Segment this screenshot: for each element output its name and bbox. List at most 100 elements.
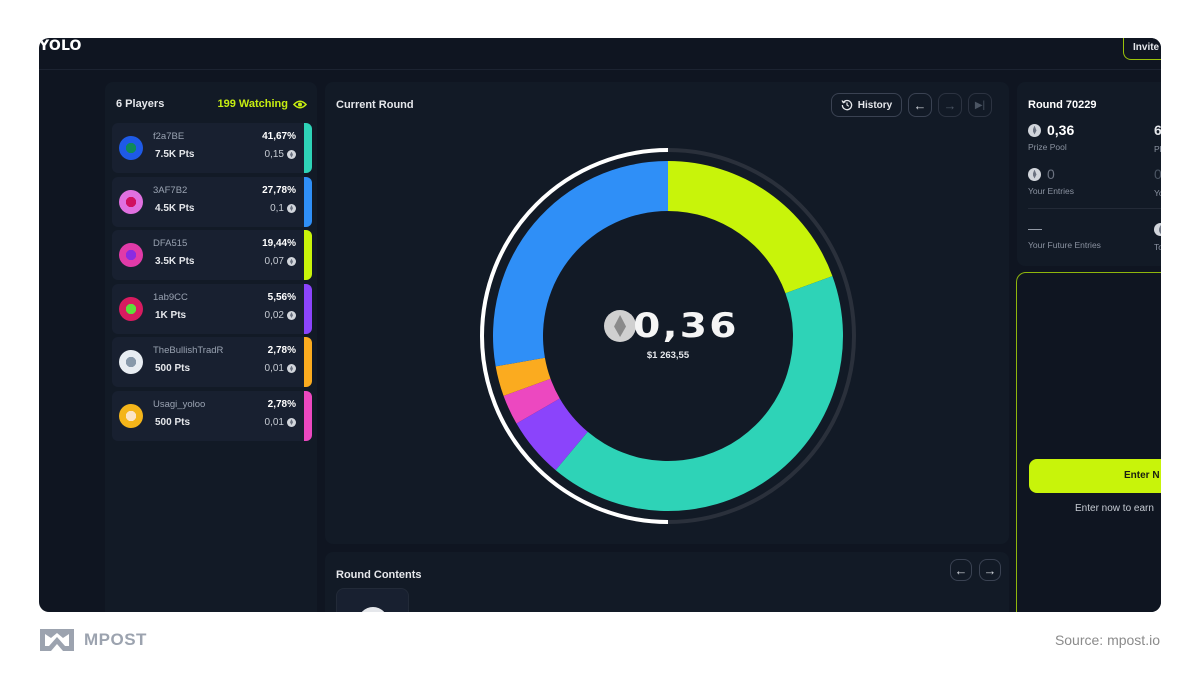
player-color-bar [304,230,312,280]
pot-usd-value: $1 263,55 [646,350,690,361]
eth-icon [287,150,296,159]
mpost-logo: MPOST [38,627,147,653]
player-row[interactable]: TheBullishTradR 500 Pts 2,78% 0,01 [112,337,312,387]
prize-pool-stat: 0,36 Prize Pool [1028,122,1074,152]
divider [1028,208,1161,209]
player-win-percent: 5,56% [267,291,296,303]
mpost-brand: MPOST [84,630,147,649]
your-entries-value: 0 [1047,166,1055,182]
round-donut-chart: 0,36 $1 263,55 [478,146,858,526]
player-row[interactable]: 1ab9CC 1K Pts 5,56% 0,02 [112,283,312,334]
your-entries-stat: 0 Your Entries [1028,166,1074,196]
player-color-bar [304,123,312,173]
player-avatar [119,296,143,321]
content-card[interactable] [336,588,409,612]
eth-icon [604,310,637,342]
total-label: To [1154,242,1161,252]
player-eth-amount: 0,01 [265,363,296,374]
player-win-percent: 2,78% [267,398,296,410]
player-points: 3.5K Pts [155,256,195,267]
player-color-bar [304,283,312,334]
player-eth-value: 0,07 [264,256,284,267]
prize-pool-value: 0,36 [1047,122,1075,138]
player-eth-value: 0,15 [264,149,284,160]
watching-label: 199 Watching [217,98,289,110]
player-avatar [119,189,143,214]
eth-icon [1028,123,1041,137]
player-points: 7.5K Pts [155,149,195,160]
history-icon [841,99,852,111]
player-eth-amount: 0,15 [265,149,296,160]
player-eth-amount: 0,1 [270,203,296,214]
enter-now-button[interactable]: Enter N [1029,459,1161,493]
enter-panel: Enter N Enter now to earn [1016,272,1161,612]
player-avatar [119,350,143,374]
player-name: f2a7BE [153,131,185,142]
player-row[interactable]: 3AF7B2 4.5K Pts 27,78% 0,1 [112,176,312,227]
next-round-button[interactable]: → [938,93,962,117]
player-avatar [119,136,143,160]
players-count: 6 Players [116,98,165,110]
contents-prev-button[interactable]: ← [950,559,972,581]
player-eth-value: 0,01 [264,363,284,374]
arrow-right-icon: → [983,562,997,578]
eye-icon [293,99,307,109]
player-color-bar [304,176,312,227]
previous-round-button[interactable]: ← [908,93,932,117]
eth-icon [287,310,296,320]
invite-button[interactable]: Invite [1123,38,1161,60]
arrow-left-icon: ← [913,97,927,113]
player-eth-value: 0,02 [264,309,284,321]
arrow-left-icon: ← [954,562,968,578]
watching-count: 199 Watching [217,98,307,110]
player-avatar [119,243,143,267]
player-name: DFA515 [153,238,188,249]
your-win-chance-label: Yo [1154,188,1161,198]
latest-round-button[interactable]: ▶| [968,93,992,117]
current-round-panel: Current Round History ← → ▶| 0,36 $1 263… [325,82,1009,544]
eth-icon [287,257,296,266]
history-label: History [857,99,893,111]
player-list: f2a7BE 7.5K Pts 41,67% 0,15 3AF7B2 4.5K Pts 27… [112,123,312,444]
player-name: 1ab9CC [153,291,188,303]
round-info-panel: Round 70229 0,36 Prize Pool 6 Pl 0 Your … [1017,82,1161,266]
player-win-percent: 2,78% [267,345,296,356]
your-entries-label: Your Entries [1028,186,1074,196]
players-panel: 6 Players 199 Watching f2a7BE 7.5K Pts 41,… [105,82,317,612]
your-win-chance-value: 0 [1154,166,1161,182]
pot-amount: 0,36 [478,306,858,346]
player-avatar [119,403,143,428]
eth-icon [287,203,296,213]
donut-slice-dfa515[interactable] [668,161,833,294]
contents-next-button[interactable]: → [979,559,1001,581]
player-name: TheBullishTradR [153,345,224,356]
player-row[interactable]: DFA515 3.5K Pts 19,44% 0,07 [112,230,312,280]
future-entries-label: Your Future Entries [1028,240,1101,250]
skip-to-end-icon: ▶| [974,99,986,111]
player-row[interactable]: Usagi_yoloo 500 Pts 2,78% 0,01 [112,390,312,441]
prize-pool-label: Prize Pool [1028,142,1067,152]
player-color-bar [304,390,312,441]
eth-icon [287,417,296,427]
future-entries-value: — [1028,220,1042,236]
player-eth-value: 0,1 [270,202,284,214]
player-row[interactable]: f2a7BE 7.5K Pts 41,67% 0,15 [112,123,312,173]
player-win-percent: 41,67% [262,131,296,142]
player-eth-amount: 0,01 [265,417,296,428]
player-win-percent: 27,78% [262,184,296,196]
player-color-bar [304,337,312,387]
player-win-percent: 19,44% [262,238,296,249]
round-contents-title: Round Contents [336,569,422,581]
player-name: 3AF7B2 [153,184,188,196]
history-button[interactable]: History [831,93,902,117]
content-thumbnail [358,607,388,612]
players-header: 6 Players 199 Watching [116,96,307,112]
player-eth-amount: 0,07 [265,256,296,267]
player-eth-value: 0,01 [264,416,284,428]
eth-icon [1028,167,1041,181]
app-logo[interactable]: YOLO [39,38,82,54]
current-round-title: Current Round [336,99,414,111]
player-points: 500 Pts [155,416,191,428]
player-points: 4.5K Pts [155,202,195,214]
eth-icon [1154,223,1161,236]
